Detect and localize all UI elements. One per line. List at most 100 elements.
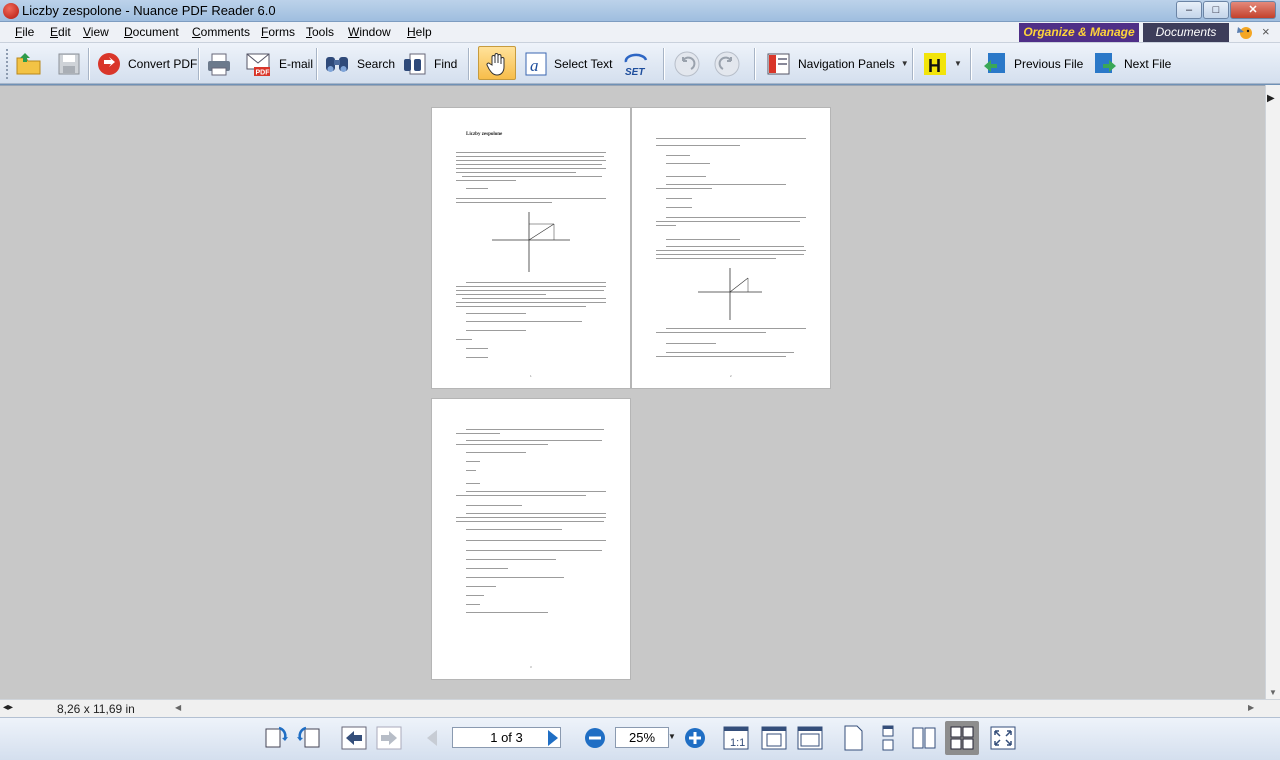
highlight-button[interactable]: H ▼ — [922, 46, 962, 81]
toolbar-separator — [88, 48, 90, 80]
full-screen-icon[interactable] — [989, 724, 1017, 752]
email-button[interactable]: PDF E-mail — [245, 46, 313, 81]
toolbar-separator — [316, 48, 318, 80]
select-text-label: Select Text — [554, 56, 613, 71]
save-icon — [58, 53, 80, 74]
find-label: Find — [434, 56, 458, 71]
save-button[interactable] — [56, 46, 82, 81]
toolbar-separator — [970, 48, 972, 80]
fit-page-icon[interactable] — [760, 724, 788, 752]
window-title: Liczby zespolone - Nuance PDF Reader 6.0 — [22, 3, 276, 18]
scroll-down-arrow-icon[interactable]: ▼ — [1269, 688, 1277, 697]
open-button[interactable] — [15, 46, 43, 81]
next-view-icon[interactable] — [375, 724, 403, 752]
find-button[interactable]: Find — [402, 46, 457, 81]
chevron-down-icon[interactable]: ▼ — [954, 59, 962, 68]
fit-width-icon[interactable] — [796, 724, 824, 752]
navigation-panels-label: Navigation Panels — [798, 56, 895, 71]
previous-file-icon — [984, 52, 1005, 73]
zoom-level-input[interactable]: 25% — [615, 727, 669, 748]
print-button[interactable] — [205, 46, 233, 81]
polar-form-figure — [698, 268, 762, 320]
convert-pdf-button[interactable]: Convert PDF — [96, 46, 197, 81]
scroll-right-arrow-icon[interactable]: ▶ — [1248, 703, 1254, 712]
hand-tool-icon — [486, 52, 505, 76]
rotate-counterclockwise-icon[interactable] — [296, 724, 324, 752]
menu-forms[interactable]: Forms — [261, 25, 295, 39]
maximize-button[interactable]: □ — [1203, 1, 1229, 19]
split-handle-icon[interactable]: ◂▸ — [3, 702, 13, 713]
open-folder-icon — [16, 52, 41, 74]
menu-edit[interactable]: Edit — [50, 25, 71, 39]
page-number: 2 — [730, 374, 732, 378]
continuous-page-icon[interactable] — [874, 724, 902, 752]
facing-pages-icon[interactable] — [910, 724, 938, 752]
highlight-h-icon: H — [924, 52, 946, 76]
pdf-page-1[interactable]: Liczby zespolone 1 — [432, 108, 630, 388]
set-button[interactable]: SET — [622, 46, 650, 81]
svg-text:a: a — [530, 56, 539, 75]
menu-file[interactable]: File — [15, 25, 34, 39]
search-button[interactable]: Search — [323, 46, 395, 81]
chevron-down-icon[interactable]: ▼ — [901, 59, 909, 68]
mascot-icon — [1237, 27, 1252, 39]
documents-tab[interactable]: Documents — [1143, 23, 1229, 42]
convert-pdf-label: Convert PDF — [128, 56, 198, 71]
continuous-facing-icon[interactable] — [948, 724, 976, 752]
close-button[interactable]: ✕ — [1230, 1, 1276, 19]
scroll-left-arrow-icon[interactable]: ◀ — [175, 703, 181, 712]
toolbar-separator — [912, 48, 914, 80]
select-text-icon: a — [525, 52, 547, 75]
toolbar-separator — [754, 48, 756, 80]
rotate-clockwise-icon[interactable] — [261, 724, 289, 752]
document-view[interactable]: Liczby zespolone 1 2 3 — [0, 85, 1265, 699]
toolbar-separator — [198, 48, 200, 80]
chevron-down-icon[interactable]: ▼ — [668, 732, 676, 741]
menu-help[interactable]: Help — [407, 25, 432, 39]
previous-page-icon[interactable] — [418, 724, 446, 752]
actual-size-icon[interactable]: 1:1 — [722, 724, 750, 752]
close-document-icon[interactable]: × — [1262, 24, 1270, 39]
title-bar: Liczby zespolone - Nuance PDF Reader 6.0… — [0, 0, 1280, 22]
menu-window[interactable]: Window — [348, 25, 391, 39]
hand-tool-button[interactable] — [484, 46, 510, 81]
convert-pdf-icon — [98, 52, 120, 75]
menu-comments[interactable]: Comments — [192, 25, 250, 39]
previous-file-button[interactable]: Previous File — [982, 46, 1083, 81]
zoom-out-icon[interactable] — [581, 724, 609, 752]
app-icon — [3, 3, 19, 19]
redo-icon — [714, 51, 740, 76]
undo-icon — [674, 51, 700, 76]
select-text-button[interactable]: a Select Text — [524, 46, 612, 81]
page-heading: Liczby zespolone — [466, 132, 503, 137]
redo-button[interactable] — [713, 46, 741, 81]
pdf-page-3[interactable]: 3 — [432, 399, 630, 679]
menu-view[interactable]: View — [83, 25, 109, 39]
find-icon — [404, 53, 426, 74]
single-page-icon[interactable] — [839, 724, 867, 752]
previous-file-label: Previous File — [1014, 56, 1084, 71]
toolbar-separator — [468, 48, 470, 80]
minimize-button[interactable]: – — [1176, 1, 1202, 19]
zoom-in-icon[interactable] — [681, 724, 709, 752]
menu-document[interactable]: Document — [124, 25, 179, 39]
toolbar-grip[interactable] — [5, 48, 9, 80]
scroll-right-arrow-icon[interactable]: ▶ — [1267, 93, 1275, 104]
previous-view-icon[interactable] — [340, 724, 368, 752]
navigation-panels-icon — [767, 53, 790, 74]
pdf-page-2[interactable]: 2 — [632, 108, 830, 388]
set-text: SET — [625, 67, 645, 78]
undo-button[interactable] — [673, 46, 701, 81]
next-file-button[interactable]: Next File — [1092, 46, 1171, 81]
navigation-panels-button[interactable]: Navigation Panels ▼ — [766, 46, 909, 81]
svg-text:1:1: 1:1 — [730, 737, 745, 749]
organize-manage-tab[interactable]: Organize & Manage — [1019, 23, 1139, 42]
toolbar-separator — [663, 48, 665, 80]
page-number: 1 — [530, 374, 532, 378]
menu-tools[interactable]: Tools — [306, 25, 334, 39]
next-page-icon[interactable] — [539, 724, 567, 752]
complex-plane-figure — [492, 212, 570, 272]
binoculars-icon — [326, 56, 348, 72]
vertical-scrollbar[interactable]: ▶ ▼ — [1265, 85, 1280, 699]
status-bar: ◂▸ 8,26 x 11,69 in — [0, 699, 1280, 717]
